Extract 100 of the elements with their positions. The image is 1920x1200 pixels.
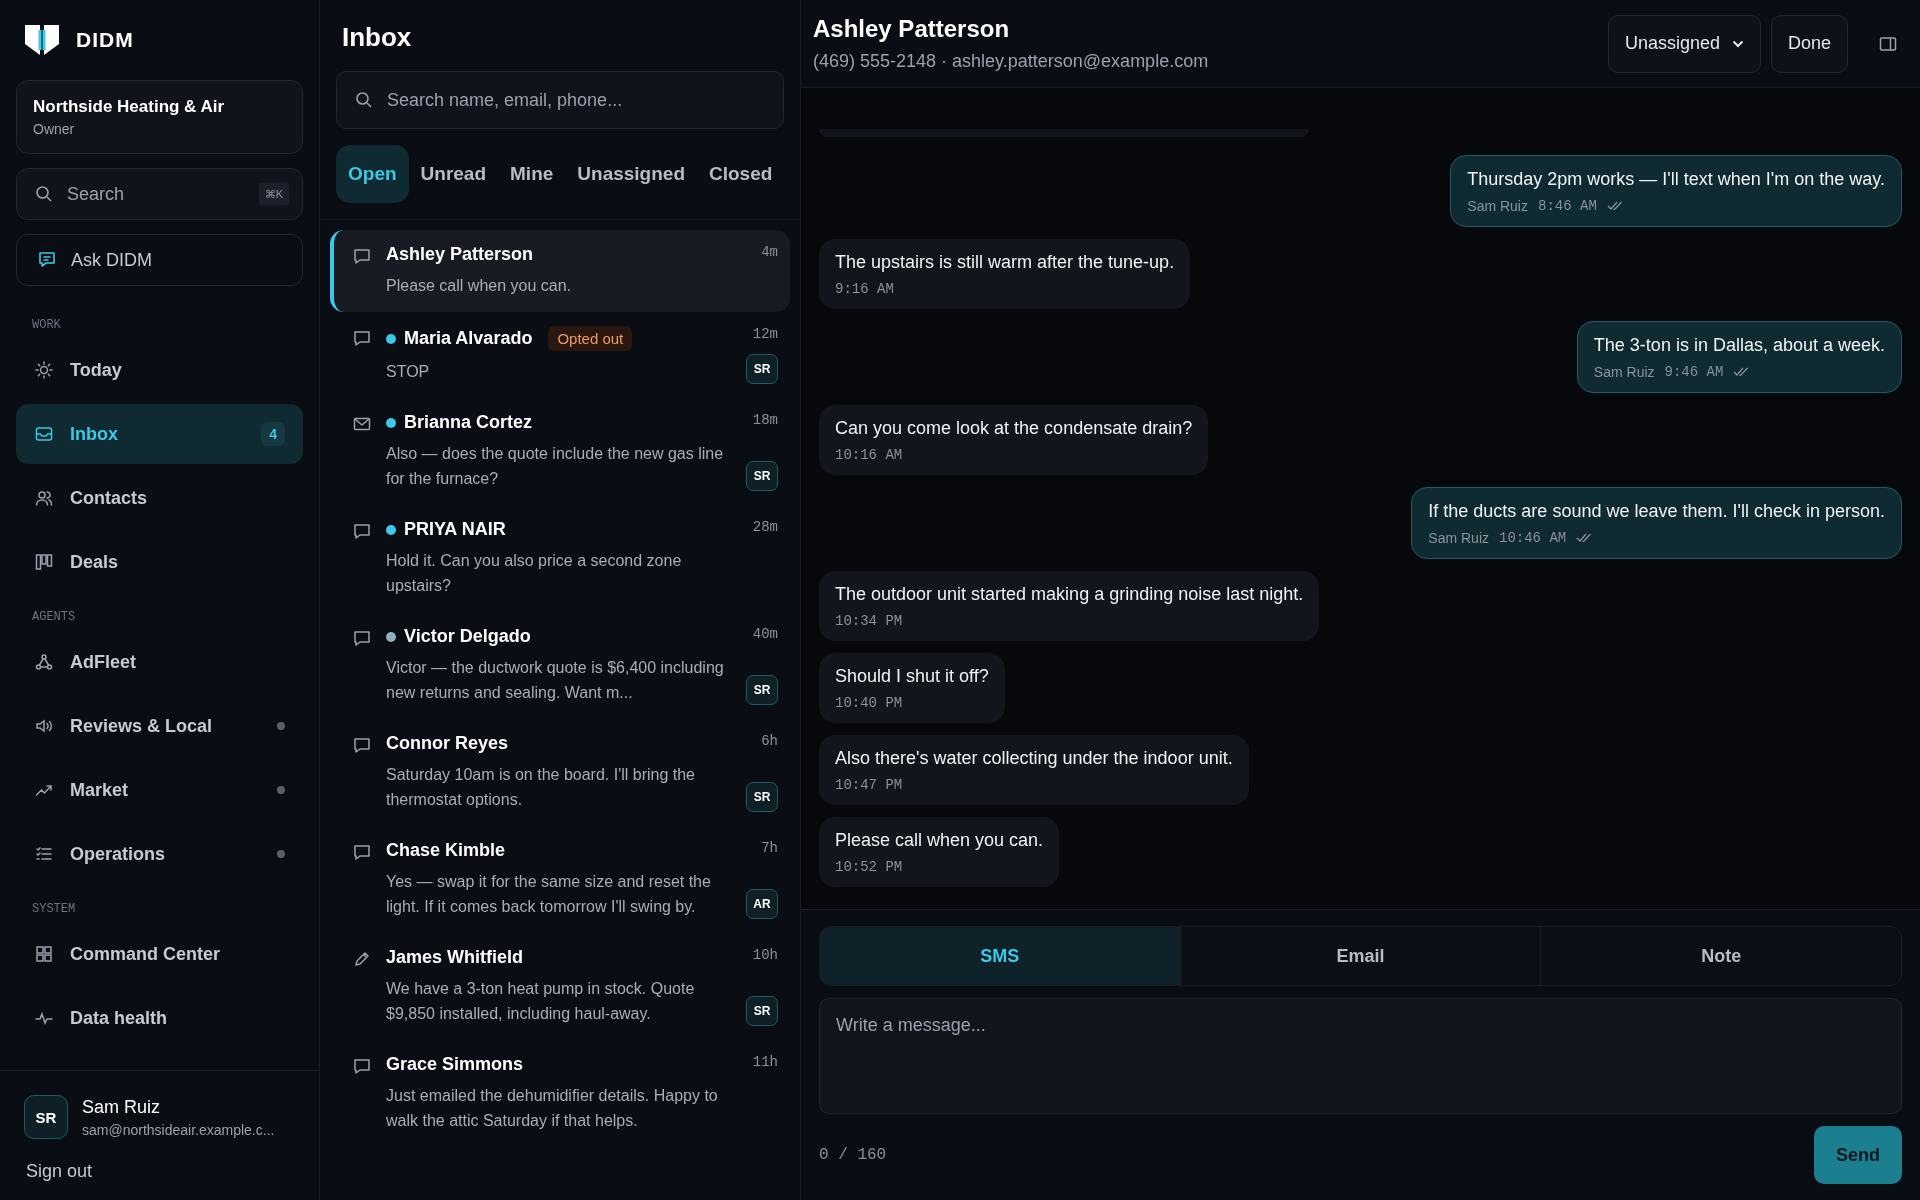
message-time: 8:46 AM	[1538, 198, 1597, 214]
search-icon	[354, 90, 374, 110]
message-preview: We have a 3-ton heat pump in stock. Quote $9,850 installed, including haul-away.	[386, 979, 696, 1024]
nav-item[interactable]: Deals	[16, 532, 303, 592]
conversation-item[interactable]: PRIYA NAIR Hold it. Can you also price a second zone upstairs? 28m	[330, 505, 790, 612]
nav-icon	[34, 944, 54, 964]
contact-name: Victor Delgado	[404, 626, 531, 647]
contact-name: Maria Alvarado	[404, 328, 533, 349]
nav-item[interactable]: Market	[16, 760, 303, 820]
assignee-dropdown[interactable]: Unassigned	[1607, 14, 1761, 73]
message-text: Please call when you can.	[835, 830, 1044, 851]
message-preview: Also — does the quote include the new gas line for the furnace?	[386, 444, 725, 489]
opted-out-tag: Opted out	[548, 326, 633, 351]
conversation-item[interactable]: James Whitfield We have a 3-ton heat pump in stock. Quote $9,850 installed, including haul-away. 10h SR	[330, 933, 790, 1040]
conversation-item[interactable]: Victor Delgado Victor — the ductwork quote is $6,400 including new returns and sealing. Want m... 40m SR	[330, 612, 790, 719]
message-text: Should I shut it off?	[835, 666, 989, 687]
message-text: If the ducts are sound we leave them. I'll check in person.	[1428, 501, 1885, 522]
filter-tab[interactable]: Unread	[408, 145, 499, 203]
contact-name: PRIYA NAIR	[404, 519, 506, 540]
message-text: The 3-ton is in Dallas, about a week.	[1593, 335, 1885, 356]
count-badge: 4	[261, 422, 285, 446]
time-label: 40m	[752, 626, 778, 642]
message-text: The outdoor unit started making a grinding noise last night.	[835, 584, 1304, 605]
assignee-avatar: SR	[746, 996, 778, 1026]
conversation-item[interactable]: Maria Alvarado Opted out STOP 12m SR	[330, 312, 790, 398]
done-button[interactable]: Done	[1770, 14, 1848, 73]
time-label: 28m	[752, 519, 778, 535]
time-label: 11h	[752, 1054, 778, 1070]
nav-icon	[34, 488, 54, 508]
nav-icon	[34, 552, 54, 572]
message-preview: Yes — swap it for the same size and reset the light. If it comes back tomorrow I'll swing by.	[386, 872, 712, 917]
section-label: SYSTEM	[31, 901, 77, 918]
time-label: 12m	[752, 326, 778, 342]
channel-icon	[352, 949, 372, 969]
nav-item[interactable]: AdFleet	[16, 632, 303, 692]
nav-item[interactable]: Data health	[16, 988, 303, 1048]
conversation-item[interactable]: Grace Simmons Just emailed the dehumidifier details. Happy to walk the attic Saturday if that helps. 11h	[330, 1040, 790, 1147]
chevron-down-icon	[1731, 39, 1744, 48]
time-label: 7h	[761, 840, 778, 856]
conversation-item[interactable]: Chase Kimble Yes — swap it for the same size and reset the light. If it comes back tomorrow I'll swing by. 7h AR	[330, 826, 790, 933]
message-time: 10:47 PM	[835, 777, 903, 793]
nav-item[interactable]: Command Center	[16, 924, 303, 984]
nav-item[interactable]: Today	[16, 340, 303, 400]
message-preview: Just emailed the dehumidifier details. Happy to walk the attic Saturday if that helps.	[386, 1086, 719, 1131]
nav-icon	[34, 360, 54, 380]
channel-icon	[352, 1056, 372, 1076]
section-label: AGENTS	[31, 609, 77, 626]
search-field[interactable]: Search name, email, phone...	[336, 71, 784, 129]
message-text: Also there's water collecting under the indoor unit.	[835, 748, 1233, 769]
user-avatar: SR	[24, 1095, 68, 1139]
message-time: 9:46 AM	[1664, 364, 1724, 380]
nav-item[interactable]: Reviews & Local	[16, 696, 303, 756]
conversation-item[interactable]: Brianna Cortez Also — does the quote include the new gas line for the furnace? 18m SR	[330, 398, 790, 505]
time-label: 4m	[761, 244, 778, 260]
conversation-item[interactable]: Connor Reyes Saturday 10am is on the board. I'll bring the thermostat options. 6h SR	[330, 719, 790, 826]
search-icon	[34, 184, 54, 204]
assignee-avatar: SR	[746, 354, 778, 384]
contact-name: Ashley Patterson	[386, 244, 534, 265]
channel-icon	[352, 521, 372, 541]
sign-out-link[interactable]: Sign out	[26, 1161, 293, 1182]
filter-tab[interactable]: Open	[336, 145, 409, 203]
conversation-item[interactable]: Ashley Patterson Please call when you can. 4m	[330, 230, 790, 312]
ask-button[interactable]: Ask DIDM	[16, 234, 303, 286]
contact-name: Grace Simmons	[386, 1054, 524, 1075]
nav-item[interactable]: Operations	[16, 824, 303, 884]
filter-tab[interactable]: Mine	[498, 145, 566, 203]
sender-name: Sam Ruiz	[1428, 530, 1489, 546]
filter-tab[interactable]: Closed	[697, 145, 785, 203]
contact-name: James Whitfield	[386, 947, 524, 968]
channel-tab[interactable]: Note	[1540, 927, 1901, 985]
filter-tab[interactable]: Unassigned	[565, 145, 697, 203]
inbox-title: Inbox	[342, 22, 413, 53]
nav-item[interactable]: Contacts	[16, 468, 303, 528]
nav-icon	[34, 652, 54, 672]
channel-icon	[352, 246, 372, 266]
organization-switcher[interactable]: Northside Heating & Air Owner	[16, 80, 303, 154]
message-preview: Saturday 10am is on the board. I'll bring the thermostat options.	[386, 765, 696, 810]
contact-name: Connor Reyes	[386, 733, 509, 754]
assignee-avatar: SR	[746, 675, 778, 705]
message-text: The upstairs is still warm after the tune-up.	[835, 252, 1175, 273]
message-text: Can you come look at the condensate drain?	[835, 418, 1193, 439]
contact-name: Chase Kimble	[386, 840, 506, 861]
contact-name: Brianna Cortez	[404, 412, 533, 433]
message-time: 10:16 AM	[835, 447, 903, 463]
contact-details: (469) 555-2148 · ashley.patterson@example.com	[813, 51, 1210, 72]
channel-tab[interactable]: SMS	[820, 927, 1180, 985]
sender-name: Sam Ruiz	[1593, 364, 1655, 380]
message-field[interactable]: Write a message...	[819, 998, 1902, 1114]
shield-logo-icon	[22, 22, 62, 58]
nav-item[interactable]: Inbox 4	[16, 404, 303, 464]
message-time: 9:16 AM	[835, 281, 894, 297]
channel-icon	[352, 328, 372, 348]
chat-icon	[37, 250, 57, 270]
message-preview: STOP	[386, 362, 431, 382]
user-email: sam@northsideair.example.c...	[82, 1121, 275, 1138]
send-button[interactable]: Send	[1814, 1126, 1902, 1184]
time-label: 6h	[761, 733, 778, 749]
nav-icon	[34, 424, 54, 444]
contact-name: Ashley Patterson	[813, 15, 1011, 43]
section-label: WORK	[31, 317, 62, 334]
